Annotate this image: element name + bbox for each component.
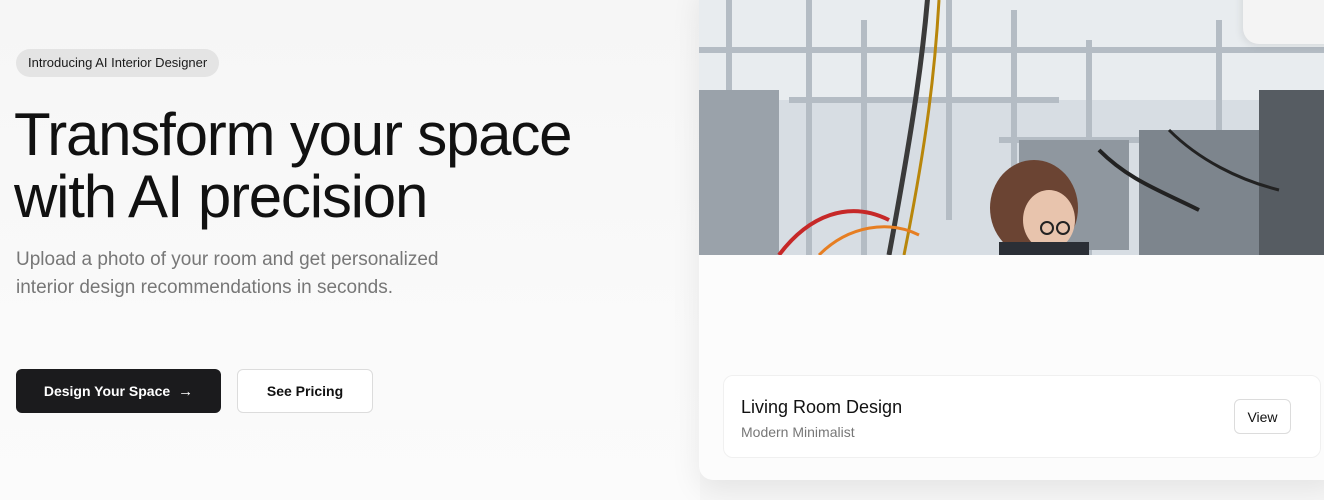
design-title: Living Room Design — [741, 397, 903, 417]
photo-illustration — [699, 0, 1324, 255]
headline-line-2: with AI precision — [14, 163, 428, 230]
landing-page: Introducing AI Interior Designer Transfo… — [0, 0, 1324, 500]
announcement-badge: Introducing AI Interior Designer — [16, 49, 220, 77]
design-style: Modern Minimalist — [741, 424, 855, 440]
view-design-button[interactable]: View — [1234, 399, 1291, 434]
design-info-panel: Living Room Design Modern Minimalist Vie… — [723, 375, 1321, 458]
room-photo — [699, 0, 1324, 255]
design-your-space-label: Design Your Space — [43, 383, 171, 399]
thumbnail-corner — [1243, 0, 1324, 44]
design-preview-card: Living Room Design Modern Minimalist Vie… — [699, 0, 1324, 480]
arrow-right-icon: → — [178, 382, 194, 400]
hero-subtext: Upload a photo of your room and get pers… — [16, 249, 439, 298]
hero-headline: Transform your space with AI precision — [14, 104, 654, 228]
see-pricing-button[interactable]: See Pricing — [237, 369, 373, 413]
headline-line-1: Transform your space — [14, 101, 573, 168]
design-your-space-button[interactable]: Design Your Space → — [16, 369, 221, 413]
